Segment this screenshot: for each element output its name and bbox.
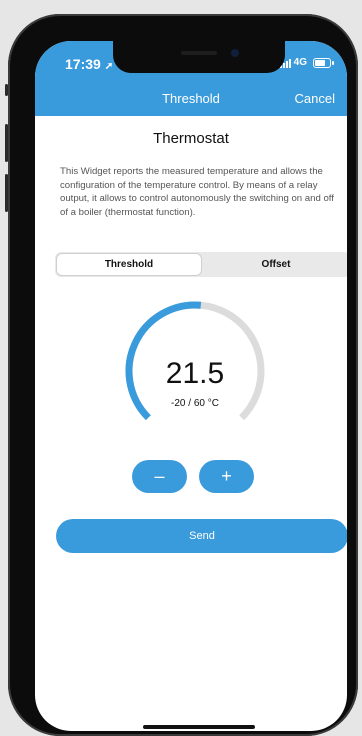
segmented-control: Threshold Offset bbox=[55, 252, 347, 277]
send-button[interactable]: Send bbox=[56, 519, 347, 553]
battery-fill bbox=[315, 59, 326, 66]
battery-icon bbox=[313, 57, 334, 68]
temperature-gauge: 21.5 -20 / 60 °C bbox=[120, 300, 270, 421]
app-screen: 17:39 ➚ 4G Threshold Cancel Thermostat T… bbox=[35, 41, 347, 731]
increase-button[interactable]: + bbox=[199, 460, 254, 493]
tab-threshold[interactable]: Threshold bbox=[57, 254, 201, 275]
notch bbox=[113, 41, 285, 73]
phone-frame: 17:39 ➚ 4G Threshold Cancel Thermostat T… bbox=[5, 14, 358, 736]
power-side-button bbox=[5, 84, 8, 96]
gauge-range: -20 / 60 °C bbox=[171, 398, 219, 409]
volume-down-button bbox=[5, 174, 8, 212]
speaker-grille bbox=[181, 51, 217, 55]
decrease-button[interactable]: – bbox=[132, 460, 187, 493]
tab-offset[interactable]: Offset bbox=[204, 254, 347, 275]
widget-title: Thermostat bbox=[153, 130, 229, 147]
location-arrow-icon: ➚ bbox=[104, 61, 114, 72]
cancel-button[interactable]: Cancel bbox=[295, 91, 335, 106]
front-camera bbox=[231, 49, 239, 57]
gauge-value: 21.5 bbox=[165, 357, 225, 390]
network-label: 4G bbox=[293, 57, 307, 68]
status-right: 4G bbox=[279, 57, 334, 68]
widget-description: This Widget reports the measured tempera… bbox=[60, 166, 334, 218]
status-time: 17:39 ➚ bbox=[65, 56, 114, 72]
home-indicator bbox=[143, 725, 255, 729]
volume-up-button bbox=[5, 124, 8, 162]
